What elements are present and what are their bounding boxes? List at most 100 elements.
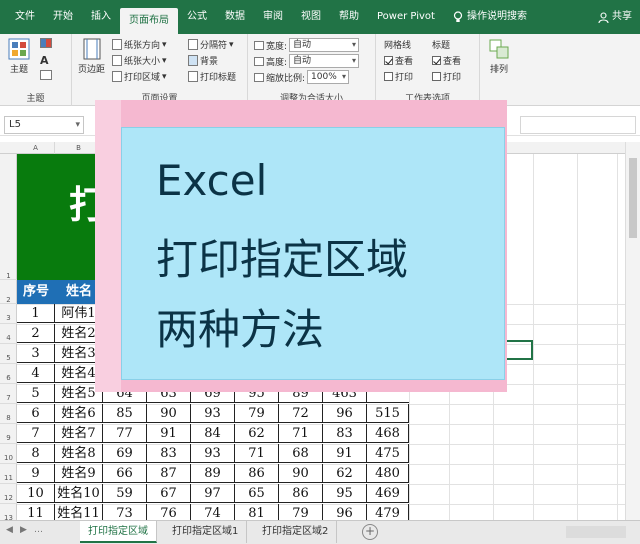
cell-index[interactable]: 4 bbox=[17, 364, 55, 383]
tab-page-layout[interactable]: 页面布局 bbox=[120, 8, 178, 34]
arrange-button[interactable]: 排列 bbox=[488, 38, 510, 75]
cell-score[interactable]: 73 bbox=[103, 504, 147, 520]
row-header[interactable]: 8 bbox=[0, 404, 17, 424]
cell-score[interactable]: 71 bbox=[235, 444, 279, 463]
scale-spinner[interactable]: 100% bbox=[307, 70, 350, 84]
cell-index[interactable]: 9 bbox=[17, 464, 55, 483]
themes-button[interactable]: 主题 bbox=[8, 38, 30, 75]
background-button[interactable]: 背景 bbox=[188, 54, 218, 67]
name-box[interactable]: L5 bbox=[4, 116, 84, 134]
scrollbar-thumb[interactable] bbox=[629, 158, 637, 238]
cell-score[interactable]: 86 bbox=[279, 484, 323, 503]
cell-score[interactable]: 479 bbox=[367, 504, 409, 520]
colors-button[interactable] bbox=[40, 38, 52, 48]
row-header[interactable]: 2 bbox=[0, 280, 17, 304]
cell-score[interactable]: 79 bbox=[235, 404, 279, 423]
tab-help[interactable]: 帮助 bbox=[330, 0, 368, 34]
cell-score[interactable]: 89 bbox=[191, 464, 235, 483]
height-dropdown[interactable]: 自动 bbox=[289, 54, 360, 68]
cell-name[interactable]: 姓名8 bbox=[55, 444, 103, 463]
cell-score[interactable]: 76 bbox=[147, 504, 191, 520]
row-header[interactable]: 12 bbox=[0, 484, 17, 504]
row-header[interactable]: 9 bbox=[0, 424, 17, 444]
tab-data[interactable]: 数据 bbox=[216, 0, 254, 34]
orientation-button[interactable]: 纸张方向 ▾ bbox=[112, 38, 167, 51]
cell-score[interactable]: 62 bbox=[235, 424, 279, 443]
cell-index[interactable]: 3 bbox=[17, 344, 55, 363]
cell-index[interactable]: 7 bbox=[17, 424, 55, 443]
cell-score[interactable]: 68 bbox=[279, 444, 323, 463]
cell-score[interactable]: 83 bbox=[147, 444, 191, 463]
cell-score[interactable]: 93 bbox=[191, 404, 235, 423]
cell-score[interactable]: 69 bbox=[103, 444, 147, 463]
print-area-button[interactable]: 打印区域 ▾ bbox=[112, 70, 167, 83]
scroll-right-icon[interactable]: ▶ bbox=[20, 525, 27, 535]
cell-score[interactable]: 79 bbox=[279, 504, 323, 520]
tab-home[interactable]: 开始 bbox=[44, 0, 82, 34]
cell-score[interactable]: 90 bbox=[147, 404, 191, 423]
gridlines-view-checkbox[interactable]: 查看 bbox=[384, 54, 413, 67]
cell-index[interactable]: 5 bbox=[17, 384, 55, 403]
cell-score[interactable]: 468 bbox=[367, 424, 409, 443]
breaks-button[interactable]: 分隔符 ▾ bbox=[188, 38, 234, 51]
cell-score[interactable]: 72 bbox=[279, 404, 323, 423]
header-cell-index[interactable]: 序号 bbox=[17, 280, 55, 304]
tab-formulas[interactable]: 公式 bbox=[178, 0, 216, 34]
row-header[interactable]: 10 bbox=[0, 444, 17, 464]
row-header[interactable]: 1 bbox=[0, 154, 17, 280]
size-button[interactable]: 纸张大小 ▾ bbox=[112, 54, 167, 67]
cell-name[interactable]: 姓名6 bbox=[55, 404, 103, 423]
gridlines-print-checkbox[interactable]: 打印 bbox=[384, 70, 413, 83]
cell-score[interactable]: 469 bbox=[367, 484, 409, 503]
cell-score[interactable]: 71 bbox=[279, 424, 323, 443]
cell-score[interactable]: 86 bbox=[235, 464, 279, 483]
cell-index[interactable]: 11 bbox=[17, 504, 55, 520]
add-sheet-button[interactable]: + bbox=[362, 524, 378, 540]
row-header[interactable]: 3 bbox=[0, 304, 17, 324]
tab-power-pivot[interactable]: Power Pivot bbox=[368, 0, 444, 34]
cell-score[interactable]: 96 bbox=[323, 504, 367, 520]
row-header[interactable]: 4 bbox=[0, 324, 17, 344]
cell-score[interactable]: 65 bbox=[235, 484, 279, 503]
formula-input[interactable] bbox=[520, 116, 636, 134]
tab-view[interactable]: 视图 bbox=[292, 0, 330, 34]
cell-score[interactable]: 90 bbox=[279, 464, 323, 483]
cell-score[interactable]: 91 bbox=[323, 444, 367, 463]
fonts-button[interactable]: A bbox=[40, 54, 49, 67]
margins-button[interactable]: 页边距 bbox=[78, 38, 105, 75]
more-sheets-icon[interactable]: … bbox=[34, 525, 43, 535]
cell-score[interactable]: 97 bbox=[191, 484, 235, 503]
cell-score[interactable]: 74 bbox=[191, 504, 235, 520]
cell-name[interactable]: 姓名11 bbox=[55, 504, 103, 520]
row-header[interactable]: 7 bbox=[0, 384, 17, 404]
tab-insert[interactable]: 插入 bbox=[82, 0, 120, 34]
cell-index[interactable]: 10 bbox=[17, 484, 55, 503]
cell-score[interactable]: 66 bbox=[103, 464, 147, 483]
horizontal-scrollbar[interactable] bbox=[566, 526, 626, 538]
cell-score[interactable]: 480 bbox=[367, 464, 409, 483]
cell-name[interactable]: 姓名7 bbox=[55, 424, 103, 443]
cell-score[interactable]: 84 bbox=[191, 424, 235, 443]
cell-score[interactable]: 515 bbox=[367, 404, 409, 423]
sheet-tab-print-area-2[interactable]: 打印指定区域2 bbox=[254, 521, 338, 543]
sheet-tab-print-area[interactable]: 打印指定区域 bbox=[80, 521, 157, 543]
cell-score[interactable]: 67 bbox=[147, 484, 191, 503]
sheet-tab-print-area-1[interactable]: 打印指定区域1 bbox=[164, 521, 248, 543]
headings-print-checkbox[interactable]: 打印 bbox=[432, 70, 461, 83]
cell-index[interactable]: 6 bbox=[17, 404, 55, 423]
width-dropdown[interactable]: 自动 bbox=[289, 38, 360, 52]
cell-score[interactable]: 85 bbox=[103, 404, 147, 423]
cell-score[interactable]: 62 bbox=[323, 464, 367, 483]
tell-me-search[interactable]: 操作说明搜索 bbox=[444, 0, 536, 34]
cell-score[interactable]: 475 bbox=[367, 444, 409, 463]
share-button[interactable]: 共享 bbox=[589, 0, 640, 34]
row-header[interactable]: 13 bbox=[0, 504, 17, 520]
cell-score[interactable]: 95 bbox=[323, 484, 367, 503]
tab-file[interactable]: 文件 bbox=[6, 0, 44, 34]
tab-review[interactable]: 审阅 bbox=[254, 0, 292, 34]
vertical-scrollbar[interactable] bbox=[625, 142, 640, 520]
cell-score[interactable]: 91 bbox=[147, 424, 191, 443]
headings-view-checkbox[interactable]: 查看 bbox=[432, 54, 461, 67]
column-header-a[interactable]: A bbox=[17, 142, 55, 154]
effects-button[interactable] bbox=[40, 70, 52, 80]
